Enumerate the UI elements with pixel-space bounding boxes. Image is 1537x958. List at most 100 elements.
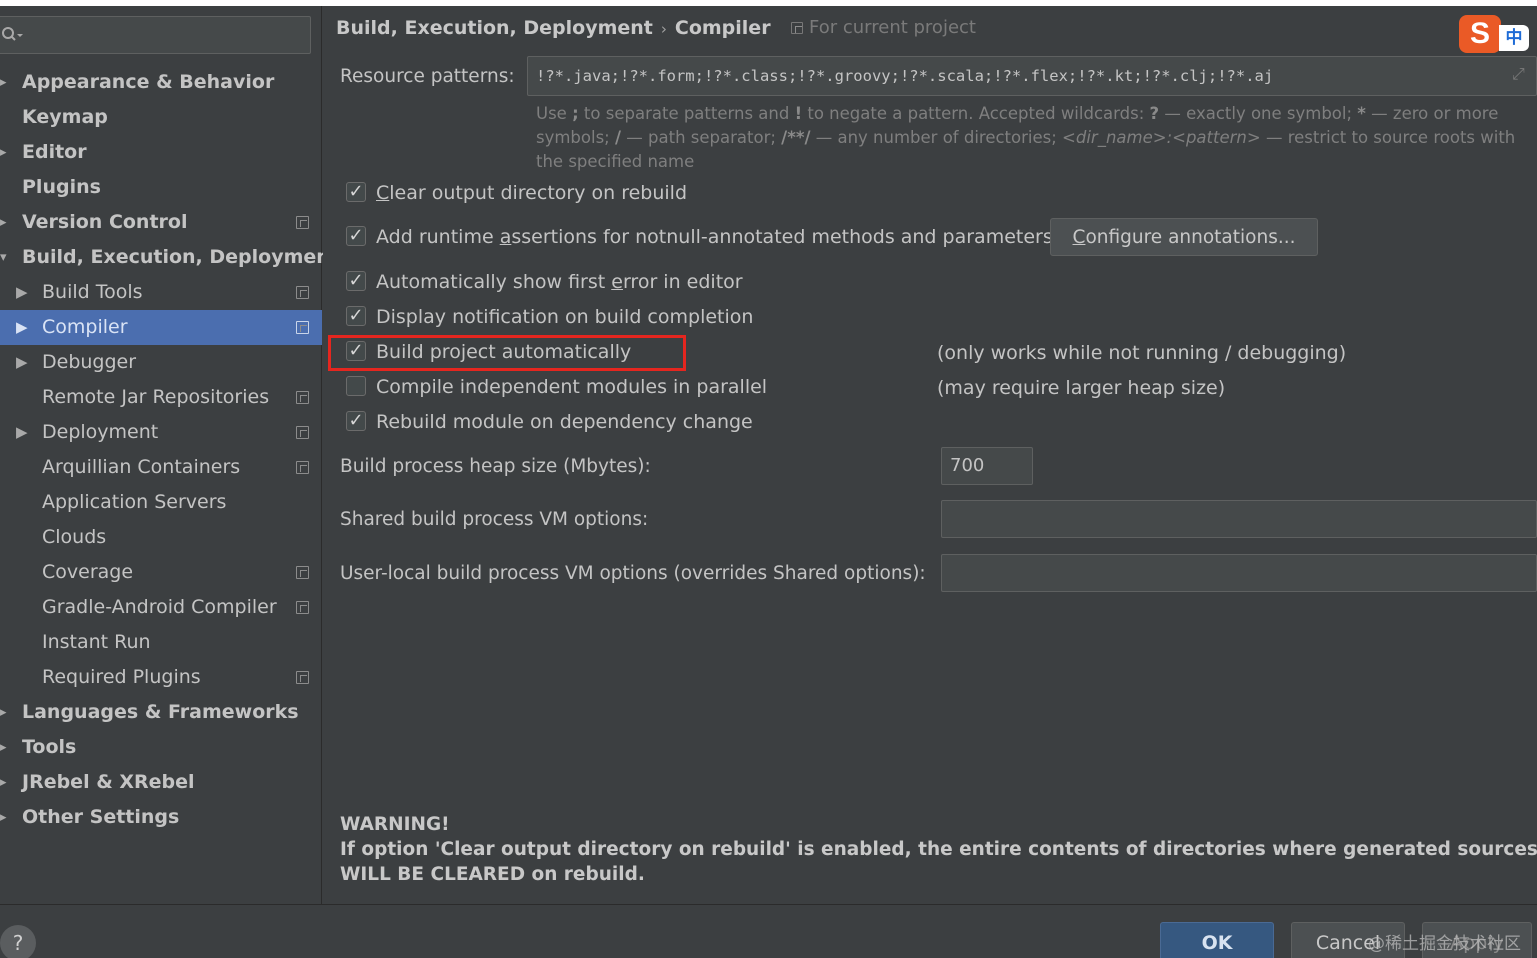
shared-vm-options-label: Shared build process VM options:: [340, 509, 649, 530]
project-level-icon: [296, 321, 309, 334]
help-button[interactable]: ?: [0, 925, 36, 958]
scope-label: For current project: [809, 17, 976, 38]
sidebar-item-label: Application Servers: [42, 491, 227, 513]
project-level-icon: [296, 426, 309, 439]
sidebar-item-label: Instant Run: [42, 631, 151, 653]
breadcrumb-current: Compiler: [674, 17, 771, 39]
ok-button[interactable]: OK: [1160, 922, 1274, 958]
project-level-icon: [296, 286, 309, 299]
warning-message: WARNING! If option 'Clear output directo…: [340, 812, 1537, 887]
sogou-logo-icon: S: [1459, 15, 1501, 53]
sidebar-item-compiler[interactable]: ▶ Compiler: [0, 310, 322, 345]
sidebar-item-other-settings[interactable]: ▸ Other Settings: [0, 800, 322, 835]
sidebar-item-deployment[interactable]: ▶ Deployment: [0, 415, 322, 450]
build-automatically-note: (only works while not running / debuggin…: [937, 342, 1347, 364]
sidebar-item-editor[interactable]: ▸ Editor: [0, 135, 322, 170]
sidebar-item-label: Gradle-Android Compiler: [42, 596, 277, 618]
chevron-right-icon: ▶: [16, 283, 28, 301]
rebuild-on-dependency-checkbox[interactable]: [346, 411, 366, 431]
sidebar-item-label: Compiler: [42, 316, 128, 338]
sidebar-item-jrebel-xrebel[interactable]: ▸ JRebel & XRebel: [0, 765, 322, 800]
chevron-right-icon: ▸: [0, 775, 7, 790]
clear-output-checkbox[interactable]: [346, 182, 366, 202]
project-level-icon: [296, 601, 309, 614]
sidebar-item-label: Arquillian Containers: [42, 456, 241, 478]
parallel-compile-note: (may require larger heap size): [937, 377, 1226, 399]
expand-icon[interactable]: ⤢: [1512, 65, 1530, 83]
search-icon: [2, 27, 23, 41]
warning-title: WARNING!: [340, 814, 450, 835]
build-notification-checkbox-row[interactable]: Display notification on build completion: [346, 302, 786, 332]
sidebar-item-label: Editor: [22, 141, 87, 163]
sidebar-item-label: Tools: [22, 736, 77, 758]
show-first-error-checkbox[interactable]: [346, 271, 366, 291]
rebuild-on-dependency-label: Rebuild module on dependency change: [376, 411, 753, 433]
chevron-right-icon: ▶: [16, 318, 28, 336]
parallel-compile-checkbox-row[interactable]: Compile independent modules in parallel: [346, 372, 786, 402]
sidebar-item-plugins[interactable]: Plugins: [0, 170, 322, 205]
ime-language: 中: [1499, 25, 1529, 51]
chevron-right-icon: ▶: [16, 423, 28, 441]
sidebar-item-coverage[interactable]: Coverage: [0, 555, 322, 590]
sidebar-item-version-control[interactable]: ▸ Version Control: [0, 205, 322, 240]
breadcrumb: Build, Execution, Deployment › Compiler: [336, 17, 771, 39]
sidebar-item-label: Deployment: [42, 421, 159, 443]
sidebar-item-application-servers[interactable]: Application Servers: [0, 485, 322, 520]
dialog-footer: ? OK Cancel Apply @稀土掘金技术社区: [0, 904, 1537, 958]
chevron-right-icon: ▸: [0, 740, 7, 755]
chevron-right-icon: ▶: [16, 353, 28, 371]
sidebar-item-label: Languages & Frameworks: [22, 701, 299, 723]
runtime-assertions-checkbox[interactable]: [346, 226, 366, 246]
parallel-compile-checkbox[interactable]: [346, 376, 366, 396]
sidebar-item-appearance-behavior[interactable]: ▸ Appearance & Behavior: [0, 65, 322, 100]
sidebar-item-build-execution-deployment[interactable]: ▾ Build, Execution, Deployment: [0, 240, 339, 275]
project-level-icon: [296, 391, 309, 404]
sidebar-item-label: Required Plugins: [42, 666, 201, 688]
compiler-settings-panel: Build, Execution, Deployment › Compiler Fo…: [323, 6, 1537, 904]
resource-patterns-value: !?*.java;!?*.form;!?*.class;!?*.groovy;!…: [536, 67, 1274, 85]
project-level-icon: [791, 22, 803, 34]
project-level-icon: [296, 566, 309, 579]
sidebar-item-languages-frameworks[interactable]: ▸ Languages & Frameworks: [0, 695, 322, 730]
sidebar-item-label: Build Tools: [42, 281, 143, 303]
sidebar-item-instant-run[interactable]: Instant Run: [0, 625, 322, 660]
show-first-error-checkbox-row[interactable]: Automatically show first error in editor: [346, 267, 766, 297]
sidebar-item-build-tools[interactable]: ▶ Build Tools: [0, 275, 322, 310]
scope-indicator: For current project: [791, 17, 976, 38]
sidebar-item-label: Remote Jar Repositories: [42, 386, 270, 408]
chevron-right-icon: ▸: [0, 75, 7, 90]
ime-indicator[interactable]: S 中: [1459, 15, 1531, 53]
user-vm-options-input[interactable]: [941, 554, 1537, 592]
heap-size-label: Build process heap size (Mbytes):: [340, 456, 651, 477]
build-notification-checkbox[interactable]: [346, 306, 366, 326]
sidebar-item-label: JRebel & XRebel: [22, 771, 195, 793]
rebuild-on-dependency-checkbox-row[interactable]: Rebuild module on dependency change: [346, 407, 786, 437]
sidebar-item-clouds[interactable]: Clouds: [0, 520, 322, 555]
project-level-icon: [296, 461, 309, 474]
sidebar-item-keymap[interactable]: Keymap: [0, 100, 322, 135]
chevron-right-icon: ▸: [0, 215, 7, 230]
heap-size-input[interactable]: 700: [941, 447, 1033, 485]
resource-patterns-hint: Use ; to separate patterns and ! to nega…: [536, 104, 1516, 171]
sidebar-item-label: Build, Execution, Deployment: [22, 246, 339, 268]
settings-search-input[interactable]: [0, 16, 311, 54]
configure-annotations-button[interactable]: Configure annotations...: [1050, 218, 1318, 256]
sidebar-item-arquillian-containers[interactable]: Arquillian Containers: [0, 450, 322, 485]
runtime-assertions-checkbox-row[interactable]: Add runtime assertions for notnull-annot…: [346, 222, 1053, 252]
warning-line: If option 'Clear output directory on reb…: [340, 839, 1537, 860]
clear-output-label: Clear output directory on rebuild: [376, 182, 688, 204]
project-level-icon: [296, 216, 309, 229]
sidebar-item-remote-jar-repositories[interactable]: Remote Jar Repositories: [0, 380, 322, 415]
sidebar-item-label: Keymap: [22, 106, 108, 128]
sidebar-item-tools[interactable]: ▸ Tools: [0, 730, 322, 765]
sidebar-item-debugger[interactable]: ▶ Debugger: [0, 345, 322, 380]
warning-line: WILL BE CLEARED on rebuild.: [340, 864, 645, 885]
show-first-error-label: Automatically show first error in editor: [376, 271, 743, 293]
shared-vm-options-input[interactable]: [941, 500, 1537, 538]
resource-patterns-input[interactable]: !?*.java;!?*.form;!?*.class;!?*.groovy;!…: [527, 56, 1537, 96]
sidebar-item-required-plugins[interactable]: Required Plugins: [0, 660, 322, 695]
parallel-compile-label: Compile independent modules in parallel: [376, 376, 768, 398]
chevron-down-icon: ▾: [0, 250, 7, 265]
clear-output-checkbox-row[interactable]: Clear output directory on rebuild: [346, 178, 746, 208]
sidebar-item-gradle-android-compiler[interactable]: Gradle-Android Compiler: [0, 590, 322, 625]
